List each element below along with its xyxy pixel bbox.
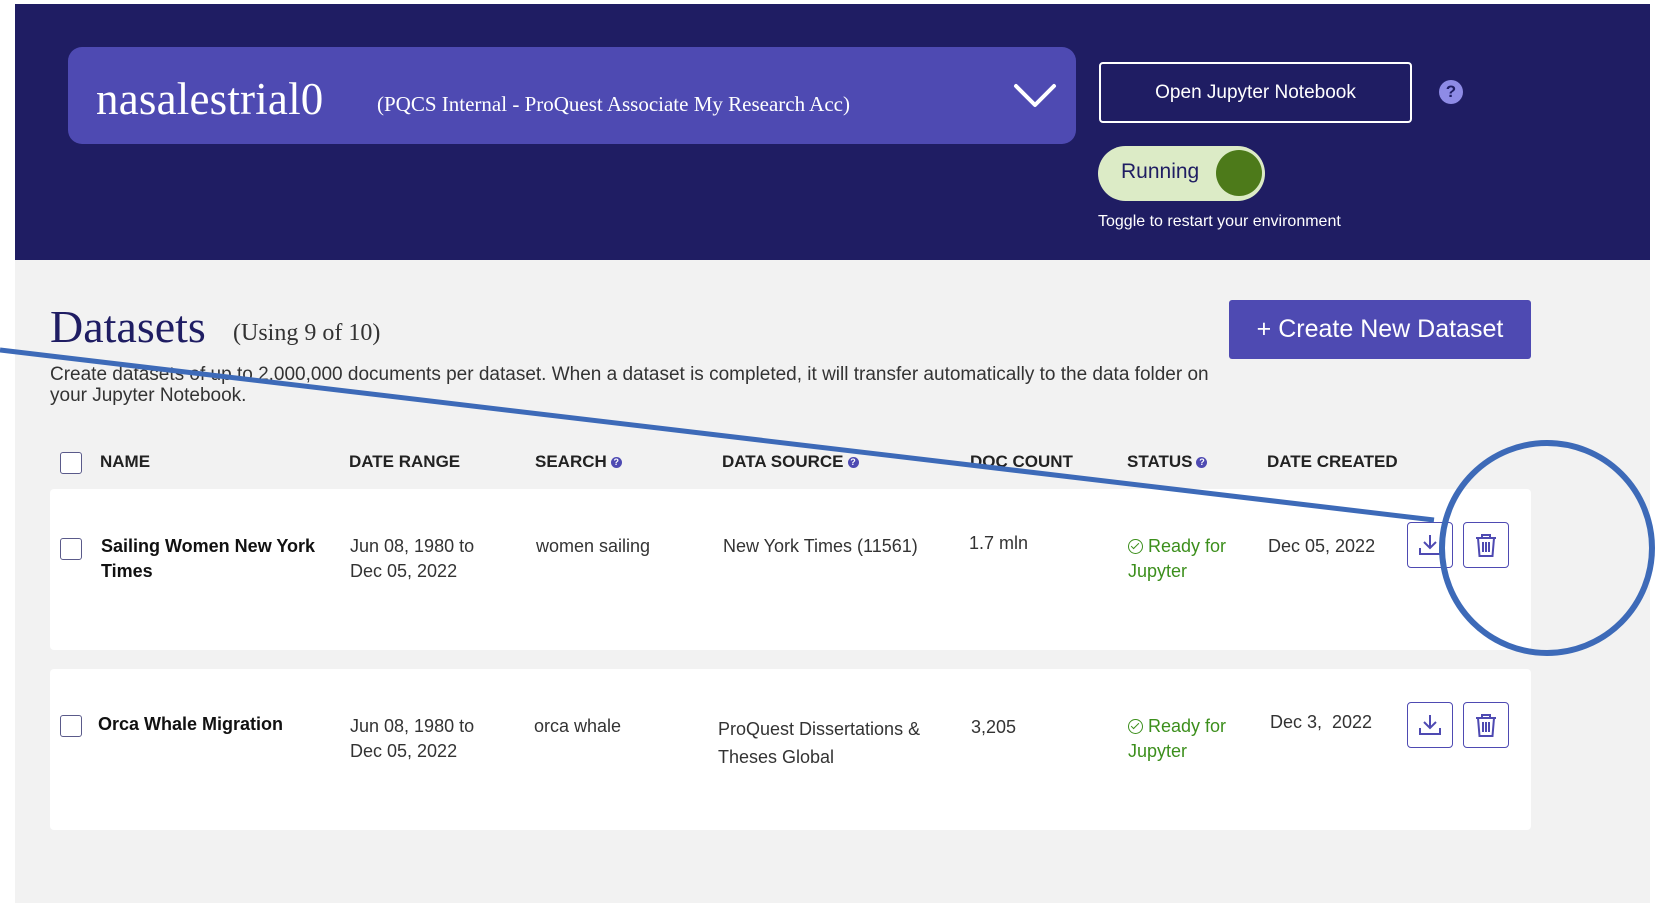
- download-icon: [1419, 535, 1441, 555]
- download-icon: [1419, 715, 1441, 735]
- dataset-data-source: New York Times (11561): [723, 536, 918, 556]
- dataset-status: Ready for Jupyter: [1128, 534, 1243, 584]
- row-checkbox[interactable]: [60, 538, 82, 560]
- dataset-date-created: Dec 3, 2022: [1270, 712, 1373, 732]
- chevron-down-icon: [1014, 84, 1056, 107]
- account-name: nasalestrial0: [96, 74, 324, 124]
- account-description: (PQCS Internal - ProQuest Associate My R…: [377, 92, 850, 116]
- download-button[interactable]: [1407, 702, 1453, 748]
- column-header-status: STATUS?: [1127, 452, 1208, 472]
- dataset-date-range: Jun 08, 1980 to Dec 05, 2022: [350, 536, 475, 581]
- help-icon[interactable]: ?: [610, 457, 622, 469]
- column-header-data-source: DATA SOURCE?: [722, 452, 859, 472]
- trash-icon: [1476, 534, 1496, 557]
- dataset-date-range: Jun 08, 1980 to Dec 05, 2022: [350, 716, 475, 761]
- row-checkbox[interactable]: [60, 715, 82, 737]
- delete-button[interactable]: [1463, 522, 1509, 568]
- dataset-usage: (Using 9 of 10): [233, 320, 381, 346]
- app-frame: nasalestrial0 (PQCS Internal - ProQuest …: [15, 4, 1650, 903]
- help-icon[interactable]: ?: [1439, 80, 1463, 104]
- dataset-status: Ready for Jupyter: [1128, 714, 1243, 764]
- toggle-knob: [1216, 150, 1262, 196]
- dataset-data-source: ProQuest Dissertations & Theses Global: [718, 719, 921, 767]
- column-header-doc-count: DOC COUNT: [970, 452, 1073, 471]
- check-circle-icon: [1128, 718, 1143, 734]
- column-header-name: NAME: [100, 452, 151, 471]
- page-title: Datasets: [50, 301, 206, 352]
- datasets-description: Create datasets of up to 2,000,000 docum…: [50, 364, 1209, 406]
- dataset-date-created: Dec 05, 2022: [1268, 536, 1376, 556]
- table-row: Sailing Women New York Times Jun 08, 198…: [50, 489, 1531, 650]
- dataset-search: orca whale: [534, 716, 622, 736]
- help-glyph: ?: [1445, 82, 1457, 101]
- dataset-doc-count: 1.7 mln: [969, 533, 1029, 553]
- dataset-doc-count: 3,205: [971, 717, 1017, 737]
- help-icon[interactable]: ?: [1196, 457, 1208, 469]
- open-jupyter-label: Open Jupyter Notebook: [1155, 81, 1356, 103]
- trash-icon: [1476, 714, 1496, 737]
- create-dataset-button[interactable]: + Create New Dataset: [1229, 300, 1531, 359]
- column-header-search: SEARCH?: [535, 452, 622, 472]
- dataset-status-text: Ready for Jupyter: [1128, 716, 1227, 761]
- column-header-date-created: DATE CREATED: [1267, 452, 1398, 471]
- table-row: Orca Whale Migration Jun 08, 1980 to Dec…: [50, 669, 1531, 830]
- environment-toggle[interactable]: Running: [1098, 146, 1265, 201]
- check-circle-icon: [1128, 538, 1143, 554]
- dataset-search: women sailing: [536, 536, 651, 556]
- download-button[interactable]: [1407, 522, 1453, 568]
- help-icon[interactable]: ?: [847, 457, 859, 469]
- dataset-name[interactable]: Orca Whale Migration: [98, 712, 283, 737]
- open-jupyter-button[interactable]: Open Jupyter Notebook: [1099, 62, 1412, 123]
- account-selector[interactable]: nasalestrial0 (PQCS Internal - ProQuest …: [68, 47, 1076, 144]
- delete-button[interactable]: [1463, 702, 1509, 748]
- column-header-status-label: STATUS: [1127, 452, 1193, 471]
- dataset-status-text: Ready for Jupyter: [1128, 536, 1227, 581]
- column-header-date-range: DATE RANGE: [349, 452, 461, 471]
- environment-header: nasalestrial0 (PQCS Internal - ProQuest …: [15, 4, 1650, 260]
- column-header-data-source-label: DATA SOURCE: [722, 452, 844, 471]
- column-header-search-label: SEARCH: [535, 452, 607, 471]
- toggle-hint: Toggle to restart your environment: [1098, 213, 1341, 230]
- toggle-label: Running: [1121, 160, 1200, 183]
- select-all-checkbox[interactable]: [60, 452, 82, 474]
- create-dataset-label: + Create New Dataset: [1256, 315, 1504, 343]
- dataset-name[interactable]: Sailing Women New York Times: [101, 534, 326, 584]
